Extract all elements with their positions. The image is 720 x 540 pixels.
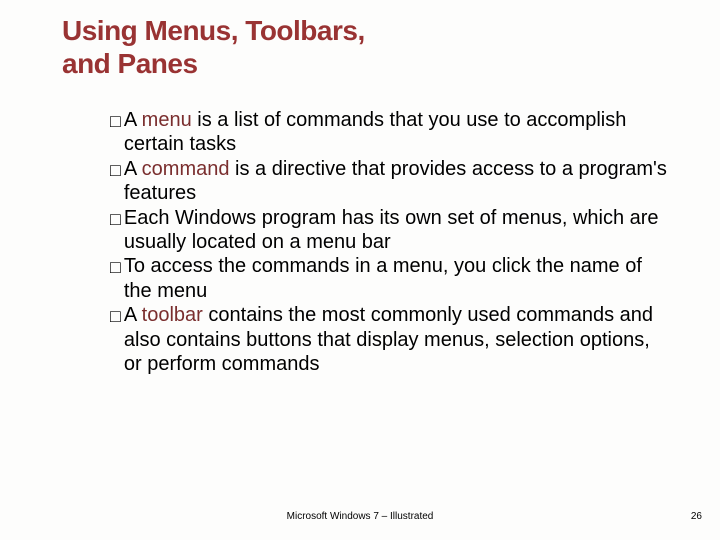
bullet-text: Each Windows program has its own set of …: [124, 206, 670, 255]
title-line-2: and Panes: [62, 48, 198, 79]
list-item: □ Each Windows program has its own set o…: [110, 206, 670, 255]
bullet-icon: □: [110, 303, 121, 328]
bullet-text: To access the commands in a menu, you cl…: [124, 254, 670, 303]
page-number: 26: [691, 511, 702, 522]
list-item: □ A toolbar contains the most commonly u…: [110, 303, 670, 376]
bullet-icon: □: [110, 108, 121, 133]
keyword: command: [142, 158, 230, 180]
footer-text: Microsoft Windows 7 – Illustrated: [0, 511, 720, 522]
slide-title: Using Menus, Toolbars, and Panes: [62, 14, 365, 80]
list-item: □ To access the commands in a menu, you …: [110, 254, 670, 303]
keyword: toolbar: [142, 304, 203, 326]
bullet-list: □ A menu is a list of commands that you …: [110, 108, 670, 376]
bullet-text: A toolbar contains the most commonly use…: [124, 303, 670, 376]
list-item: □ A command is a directive that provides…: [110, 157, 670, 206]
bullet-icon: □: [110, 157, 121, 182]
list-item: □ A menu is a list of commands that you …: [110, 108, 670, 157]
bullet-text: A menu is a list of commands that you us…: [124, 108, 670, 157]
bullet-text: A command is a directive that provides a…: [124, 157, 670, 206]
bullet-icon: □: [110, 206, 121, 231]
keyword: menu: [142, 109, 192, 131]
bullet-icon: □: [110, 254, 121, 279]
title-line-1: Using Menus, Toolbars,: [62, 15, 365, 46]
